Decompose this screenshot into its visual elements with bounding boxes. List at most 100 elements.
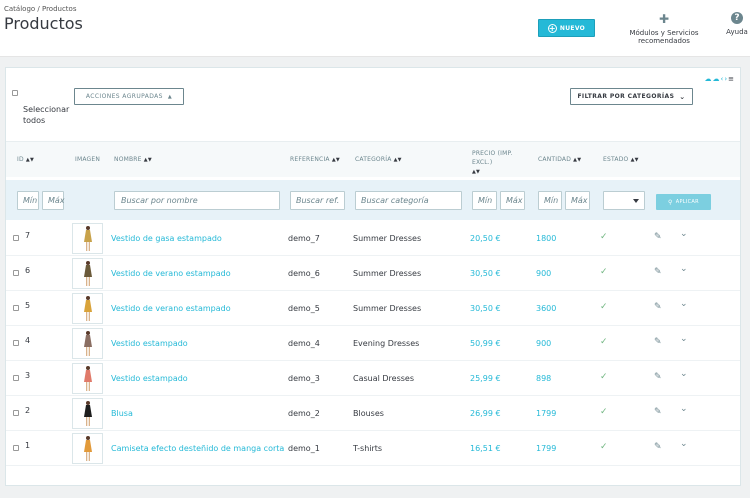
table-row[interactable]: 6 Vestido de verano estampado demo_6 Summer… [6,256,740,291]
id-min-input[interactable]: Mín [17,191,39,210]
row-checkbox[interactable] [13,270,19,276]
product-quantity[interactable]: 900 [536,269,551,278]
table-row[interactable]: 7 Vestido de gasa estampado demo_7 Summer D… [6,221,740,256]
pencil-icon[interactable]: ✎ [654,372,662,382]
sort-icon[interactable]: ▲▼ [332,157,340,163]
row-checkbox[interactable] [13,235,19,241]
product-price[interactable]: 30,50 € [470,269,501,278]
reference-search-input[interactable]: Buscar ref. [290,191,345,210]
sort-icon[interactable]: ▲▼ [631,157,639,163]
check-icon[interactable]: ✓ [600,232,608,242]
pencil-icon[interactable]: ✎ [654,407,662,417]
modules-link[interactable]: ✚ Módulos y Servicios recomendados [606,12,722,45]
product-thumbnail[interactable] [72,223,103,254]
table-row[interactable]: 5 Vestido de verano estampado demo_5 Summer… [6,291,740,326]
pencil-icon[interactable]: ✎ [654,232,662,242]
chevron-down-icon[interactable]: ⌄ [680,334,688,344]
pencil-icon[interactable]: ✎ [654,302,662,312]
qty-max-input[interactable]: Máx [565,191,590,210]
id-max-input[interactable]: Máx [42,191,65,210]
product-name-link[interactable]: Vestido de verano estampado [111,304,231,313]
product-quantity[interactable]: 900 [536,339,551,348]
product-thumbnail[interactable] [72,363,103,394]
check-icon[interactable]: ✓ [600,407,608,417]
sort-icon[interactable]: ▲▼ [573,157,581,163]
new-product-button[interactable]: + NUEVO [538,19,595,37]
sort-icon[interactable]: ▲▼ [394,157,402,163]
status-select[interactable] [603,191,645,210]
col-name[interactable]: NOMBRE ▲▼ [114,156,152,163]
col-status[interactable]: ESTADO ▲▼ [603,156,639,163]
product-price[interactable]: 50,99 € [470,339,501,348]
product-quantity[interactable]: 1800 [536,234,556,243]
product-price[interactable]: 25,99 € [470,374,501,383]
table-row[interactable]: 3 Vestido estampado demo_3 Casual Dresses 25… [6,361,740,396]
breadcrumb[interactable]: Catálogo / Productos [4,5,76,13]
product-quantity[interactable]: 1799 [536,444,556,453]
product-name-link[interactable]: Vestido estampado [111,339,188,348]
product-quantity[interactable]: 1799 [536,409,556,418]
pencil-icon[interactable]: ✎ [654,442,662,452]
product-price[interactable]: 30,50 € [470,304,501,313]
row-checkbox[interactable] [13,375,19,381]
product-thumbnail[interactable] [72,258,103,289]
sort-icon[interactable]: ▲▼ [26,157,34,163]
cloud-upload-icon[interactable]: ☁ [705,75,713,83]
check-icon[interactable]: ✓ [600,337,608,347]
code-icon[interactable]: ‹› [721,75,729,83]
product-name-link[interactable]: Blusa [111,409,133,418]
filter-by-category-button[interactable]: FILTRAR POR CATEGORÍAS ⌄ [570,88,693,105]
row-checkbox[interactable] [13,410,19,416]
chevron-down-icon[interactable]: ⌄ [680,369,688,379]
col-reference[interactable]: REFERENCIA ▲▼ [290,156,340,163]
bulk-actions-button[interactable]: ACCIONES AGRUPADAS ▲ [74,88,184,105]
row-checkbox[interactable] [13,340,19,346]
product-name-link[interactable]: Vestido de verano estampado [111,269,231,278]
product-name-link[interactable]: Camiseta efecto desteñido de manga corta [111,444,284,453]
select-all[interactable]: Seleccionar todos [12,90,69,126]
col-category[interactable]: CATEGORÍA ▲▼ [355,156,402,163]
chevron-down-icon[interactable]: ⌄ [680,264,688,274]
chevron-down-icon[interactable]: ⌄ [680,404,688,414]
product-name-link[interactable]: Vestido de gasa estampado [111,234,222,243]
chevron-down-icon[interactable]: ⌄ [680,439,688,449]
check-icon[interactable]: ✓ [600,372,608,382]
product-name-link[interactable]: Vestido estampado [111,374,188,383]
name-search-input[interactable]: Buscar por nombre [114,191,280,210]
category-search-input[interactable]: Buscar categoría [355,191,462,210]
product-price[interactable]: 26,99 € [470,409,501,418]
check-icon[interactable]: ✓ [600,302,608,312]
help-link[interactable]: ? Ayuda [724,12,750,36]
table-row[interactable]: 4 Vestido estampado demo_4 Evening Dresses 5… [6,326,740,361]
product-price[interactable]: 20,50 € [470,234,501,243]
product-quantity[interactable]: 3600 [536,304,556,313]
cloud-download-icon[interactable]: ☁ [713,75,721,83]
col-price[interactable]: PRECIO (IMP. EXCL.) ▲▼ [472,149,532,177]
select-all-checkbox[interactable] [12,90,18,96]
pencil-icon[interactable]: ✎ [654,337,662,347]
table-row[interactable]: 2 Blusa demo_2 Blouses 26,99 € 1799 ✓ ✎ ⌄ [6,396,740,431]
row-checkbox[interactable] [13,305,19,311]
check-icon[interactable]: ✓ [600,442,608,452]
check-icon[interactable]: ✓ [600,267,608,277]
pencil-icon[interactable]: ✎ [654,267,662,277]
product-thumbnail[interactable] [72,433,103,464]
price-max-input[interactable]: Máx [500,191,525,210]
product-quantity[interactable]: 898 [536,374,551,383]
chevron-down-icon[interactable]: ⌄ [680,299,688,309]
col-quantity[interactable]: CANTIDAD ▲▼ [538,156,581,163]
price-min-input[interactable]: Mín [472,191,497,210]
product-thumbnail[interactable] [72,293,103,324]
sort-icon[interactable]: ▲▼ [472,169,480,175]
apply-filter-button[interactable]: ⚲ APLICAR [656,194,711,210]
product-thumbnail[interactable] [72,328,103,359]
product-thumbnail[interactable] [72,398,103,429]
qty-min-input[interactable]: Mín [538,191,562,210]
product-price[interactable]: 16,51 € [470,444,501,453]
row-checkbox[interactable] [13,445,19,451]
list-icon[interactable]: ≡ [728,75,735,83]
table-row[interactable]: 1 Camiseta efecto desteñido de manga cort… [6,431,740,466]
sort-icon[interactable]: ▲▼ [144,157,152,163]
chevron-down-icon[interactable]: ⌄ [680,229,688,239]
col-id[interactable]: ID ▲▼ [17,156,34,163]
